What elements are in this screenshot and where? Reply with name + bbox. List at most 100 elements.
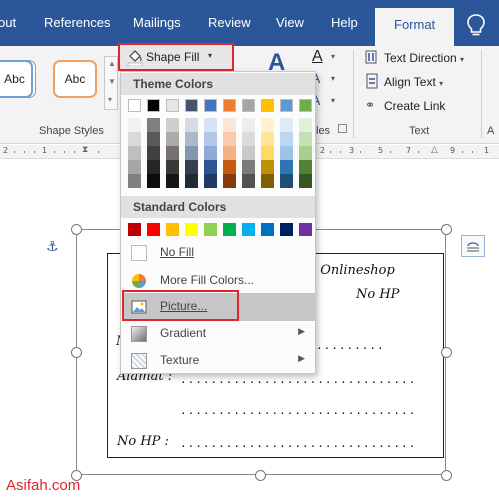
theme-shade-swatch[interactable] [185, 174, 198, 188]
shape-styles-scroll[interactable]: ▲ ▼ ▾ [104, 56, 118, 110]
theme-color-swatch[interactable] [166, 99, 179, 112]
tab-layout[interactable]: out [0, 15, 16, 30]
theme-shade-swatch[interactable] [185, 146, 198, 160]
resize-handle-middle-left[interactable] [71, 347, 82, 358]
standard-color-swatch[interactable] [204, 223, 217, 236]
no-fill-item[interactable]: No Fill [122, 239, 315, 266]
text-fill-icon[interactable]: A [312, 48, 323, 66]
theme-shade-swatch[interactable] [242, 174, 255, 188]
lightbulb-icon[interactable] [465, 13, 487, 37]
create-link-button[interactable]: Create Link [384, 99, 445, 113]
theme-shade-swatch[interactable] [204, 132, 217, 146]
gradient-item[interactable]: Gradient ▶ [122, 320, 315, 347]
theme-shade-swatch[interactable] [128, 132, 141, 146]
theme-shade-swatch[interactable] [242, 132, 255, 146]
standard-color-swatch[interactable] [242, 223, 255, 236]
theme-shade-swatch[interactable] [204, 174, 217, 188]
theme-shade-swatch[interactable] [280, 160, 293, 174]
theme-shade-swatch[interactable] [299, 160, 312, 174]
theme-color-swatch[interactable] [280, 99, 293, 112]
theme-shade-swatch[interactable] [242, 118, 255, 132]
theme-shade-swatch[interactable] [204, 146, 217, 160]
resize-handle-top-right[interactable] [441, 224, 452, 235]
align-text-button[interactable]: Align Text ▾ [384, 75, 443, 89]
standard-color-swatch[interactable] [166, 223, 179, 236]
theme-shade-swatch[interactable] [166, 132, 179, 146]
theme-shade-swatch[interactable] [223, 118, 236, 132]
standard-color-swatch[interactable] [223, 223, 236, 236]
theme-shade-swatch[interactable] [147, 132, 160, 146]
theme-shade-swatch[interactable] [261, 132, 274, 146]
theme-shade-swatch[interactable] [204, 118, 217, 132]
theme-shade-swatch[interactable] [147, 174, 160, 188]
theme-shade-swatch[interactable] [166, 174, 179, 188]
theme-shade-swatch[interactable] [128, 146, 141, 160]
standard-color-swatch[interactable] [185, 223, 198, 236]
theme-shade-swatch[interactable] [166, 146, 179, 160]
theme-color-swatch[interactable] [185, 99, 198, 112]
theme-shade-swatch[interactable] [223, 174, 236, 188]
theme-shade-swatch[interactable] [128, 118, 141, 132]
theme-shade-swatch[interactable] [147, 160, 160, 174]
dialog-launcher-icon[interactable] [338, 124, 347, 133]
theme-shade-swatch[interactable] [185, 118, 198, 132]
resize-handle-bottom-center[interactable] [255, 470, 266, 481]
standard-color-swatch[interactable] [280, 223, 293, 236]
texture-item[interactable]: Texture ▶ [122, 347, 315, 374]
text-fill-dropdown-icon[interactable]: ▾ [331, 52, 335, 61]
theme-shade-swatch[interactable] [128, 174, 141, 188]
theme-shade-swatch[interactable] [147, 118, 160, 132]
theme-shade-swatch[interactable] [185, 132, 198, 146]
theme-shade-swatch[interactable] [166, 160, 179, 174]
theme-shade-swatch[interactable] [242, 160, 255, 174]
theme-shade-swatch[interactable] [223, 146, 236, 160]
theme-shade-swatch[interactable] [223, 132, 236, 146]
theme-shade-swatch[interactable] [204, 160, 217, 174]
theme-shade-swatch[interactable] [128, 160, 141, 174]
theme-shade-swatch[interactable] [166, 118, 179, 132]
theme-color-swatch[interactable] [128, 99, 141, 112]
theme-shade-swatch[interactable] [280, 118, 293, 132]
theme-shade-swatch[interactable] [280, 132, 293, 146]
theme-shade-swatch[interactable] [299, 146, 312, 160]
theme-shade-swatch[interactable] [223, 160, 236, 174]
text-outline-dropdown-icon[interactable]: ▾ [331, 74, 335, 83]
tab-format[interactable]: Format [375, 8, 455, 46]
theme-shade-swatch[interactable] [147, 146, 160, 160]
shape-style-preset-orange[interactable]: Abc [53, 60, 97, 98]
shape-style-preset-blue[interactable]: Abc [0, 60, 33, 98]
theme-color-swatch[interactable] [147, 99, 160, 112]
theme-color-swatch[interactable] [204, 99, 217, 112]
theme-shade-swatch[interactable] [299, 118, 312, 132]
standard-color-swatch[interactable] [299, 223, 312, 236]
theme-color-swatch[interactable] [261, 99, 274, 112]
left-indent-marker-icon[interactable]: ⧗ [82, 145, 88, 155]
theme-shade-swatch[interactable] [280, 146, 293, 160]
tab-mailings[interactable]: Mailings [133, 15, 181, 30]
theme-shade-swatch[interactable] [242, 146, 255, 160]
resize-handle-top-left[interactable] [71, 224, 82, 235]
tab-view[interactable]: View [276, 15, 304, 30]
theme-shade-swatch[interactable] [280, 174, 293, 188]
layout-options-icon[interactable] [461, 235, 485, 257]
tab-references[interactable]: References [44, 15, 110, 30]
standard-color-swatch[interactable] [147, 223, 160, 236]
standard-color-swatch[interactable] [261, 223, 274, 236]
theme-color-swatch[interactable] [299, 99, 312, 112]
text-direction-button[interactable]: Text Direction ▾ [384, 51, 464, 65]
theme-color-swatch[interactable] [242, 99, 255, 112]
text-effects-dropdown-icon[interactable]: ▾ [331, 96, 335, 105]
theme-color-swatch[interactable] [223, 99, 236, 112]
resize-handle-middle-right[interactable] [441, 347, 452, 358]
theme-shade-swatch[interactable] [299, 132, 312, 146]
tab-review[interactable]: Review [208, 15, 251, 30]
right-indent-marker-icon[interactable]: △ [431, 145, 438, 155]
theme-shade-swatch[interactable] [261, 160, 274, 174]
theme-shade-swatch[interactable] [261, 118, 274, 132]
theme-shade-swatch[interactable] [299, 174, 312, 188]
standard-color-swatch[interactable] [128, 223, 141, 236]
shape-fill-button[interactable]: Shape Fill ▾ [118, 43, 234, 71]
theme-shade-swatch[interactable] [185, 160, 198, 174]
theme-shade-swatch[interactable] [261, 174, 274, 188]
tab-help[interactable]: Help [331, 15, 358, 30]
